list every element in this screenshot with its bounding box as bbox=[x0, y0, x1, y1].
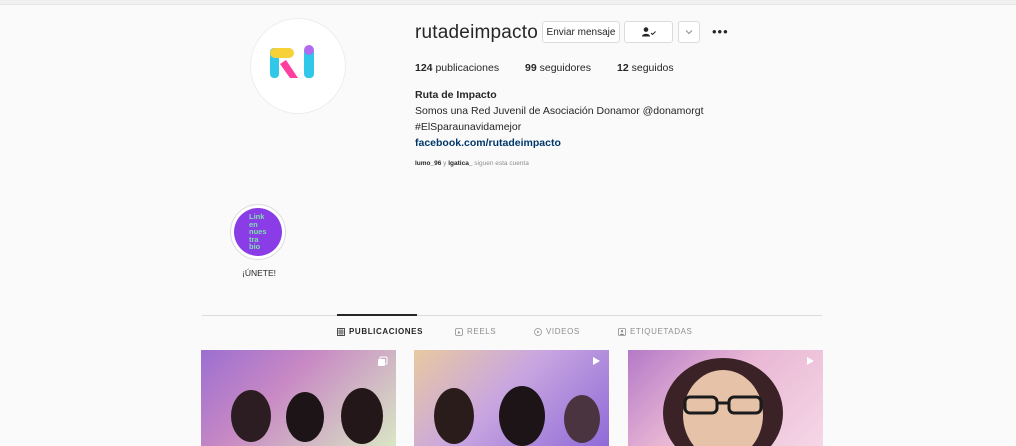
tab-etiquetadas[interactable]: ETIQUETADAS bbox=[618, 327, 692, 336]
post-1-person-1 bbox=[231, 390, 271, 442]
active-tab-indicator bbox=[337, 314, 417, 316]
post-2-person-1 bbox=[434, 388, 474, 444]
tab-videos-label: VIDEOS bbox=[546, 327, 580, 336]
posts-stat: 124 publicaciones bbox=[415, 62, 499, 74]
bio-link[interactable]: facebook.com/rutadeimpacto bbox=[415, 137, 561, 149]
tab-publicaciones[interactable]: PUBLICACIONES bbox=[337, 327, 423, 336]
top-border bbox=[0, 0, 1016, 5]
following-button[interactable] bbox=[624, 21, 673, 43]
followers-label: seguidores bbox=[536, 62, 591, 74]
followers-count: 99 bbox=[525, 62, 537, 74]
highlight-label: ¡ÚNETE! bbox=[242, 268, 276, 278]
grid-icon bbox=[337, 327, 345, 336]
rutadeimpacto-logo bbox=[270, 45, 314, 78]
reels-icon bbox=[455, 327, 463, 336]
suggested-accounts-button[interactable] bbox=[678, 21, 700, 43]
video-icon bbox=[534, 327, 542, 336]
tabs-divider bbox=[202, 315, 822, 316]
bio-hashtag[interactable]: #ElSparaunavidamejor bbox=[415, 121, 521, 133]
highlight-cover: Link en nues tra bio bbox=[234, 208, 282, 256]
tab-videos[interactable]: VIDEOS bbox=[534, 327, 580, 336]
followers-stat[interactable]: 99 seguidores bbox=[525, 62, 591, 74]
followed-by-user-1[interactable]: lumo_96 bbox=[415, 160, 441, 167]
story-highlight[interactable]: Link en nues tra bio bbox=[230, 204, 286, 260]
following-label: seguidos bbox=[628, 62, 674, 74]
posts-label: publicaciones bbox=[432, 62, 500, 74]
video-play-icon bbox=[593, 357, 600, 365]
post-thumbnail-3[interactable] bbox=[628, 350, 823, 446]
post-1-person-2 bbox=[286, 392, 324, 442]
tab-reels[interactable]: REELS bbox=[455, 327, 496, 336]
highlight-cover-text: Link en nues tra bio bbox=[249, 212, 267, 252]
post-2-person-3 bbox=[564, 395, 600, 443]
tab-reels-label: REELS bbox=[467, 327, 497, 336]
video-play-icon bbox=[807, 357, 814, 365]
user-check-icon bbox=[641, 27, 656, 37]
followed-by-text: lumo_96 y lgatica_ siguen esta cuenta bbox=[415, 160, 529, 167]
followed-by-suffix: siguen esta cuenta bbox=[472, 160, 529, 167]
more-dots-icon[interactable]: ••• bbox=[712, 24, 729, 39]
tab-etiquetadas-label: ETIQUETADAS bbox=[630, 327, 693, 336]
post-1-person-3 bbox=[341, 388, 383, 444]
bio-name: Ruta de Impacto bbox=[415, 89, 497, 101]
following-count: 12 bbox=[617, 62, 629, 74]
bio-description: Somos una Red Juvenil de Asociación Dona… bbox=[415, 105, 704, 117]
followed-by-user-2[interactable]: lgatica_ bbox=[448, 160, 472, 167]
profile-avatar[interactable] bbox=[250, 18, 346, 114]
send-message-button[interactable]: Enviar mensaje bbox=[542, 21, 620, 43]
post-thumbnail-1[interactable] bbox=[201, 350, 396, 446]
post-thumbnail-2[interactable] bbox=[414, 350, 609, 446]
posts-count: 124 bbox=[415, 62, 433, 74]
post-3-glasses bbox=[683, 395, 763, 415]
carousel-icon bbox=[378, 356, 388, 366]
post-2-person-2 bbox=[499, 386, 545, 446]
tagged-icon bbox=[618, 327, 626, 336]
profile-username: rutadeimpacto bbox=[415, 22, 539, 43]
chevron-down-icon bbox=[685, 30, 693, 35]
following-stat[interactable]: 12 seguidos bbox=[617, 62, 674, 74]
tab-publicaciones-label: PUBLICACIONES bbox=[349, 327, 424, 336]
